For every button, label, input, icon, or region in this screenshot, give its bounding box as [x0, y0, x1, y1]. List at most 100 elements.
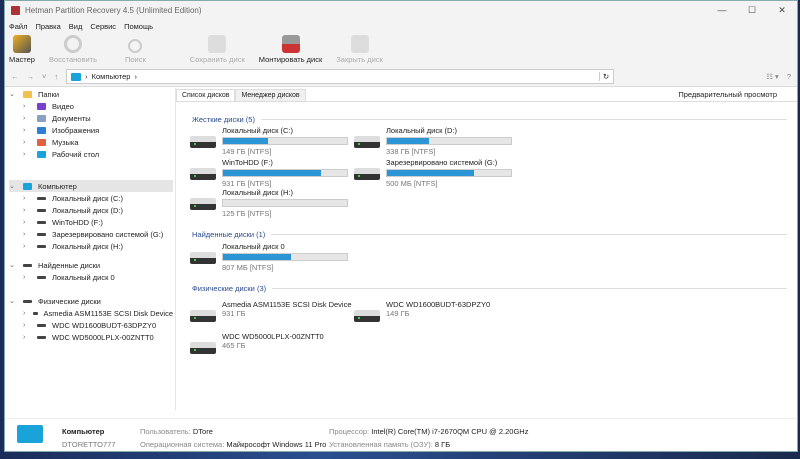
forward-icon[interactable]: →: [27, 72, 35, 81]
folder-icon: [37, 114, 46, 122]
menu-edit[interactable]: Правка: [35, 22, 60, 31]
menu-help[interactable]: Помощь: [124, 22, 153, 31]
up-icon[interactable]: ↑: [54, 72, 58, 81]
disk-mount-icon: [281, 35, 300, 53]
hard-drive-icon: [190, 252, 216, 264]
toolbar: Мастер Восстановить Поиск Сохранить диск…: [5, 33, 797, 67]
menu-service[interactable]: Сервис: [90, 22, 116, 31]
tree-item[interactable]: › Рабочий стол: [9, 148, 173, 160]
disk-save-icon: [208, 35, 227, 53]
folder-icon: [37, 150, 46, 158]
tree-item[interactable]: › Изображения: [9, 124, 173, 136]
tree-item[interactable]: › Локальный диск (H:): [9, 240, 173, 252]
hard-drive-icon: [354, 168, 380, 180]
hard-drive-icon: [190, 198, 216, 210]
search-button[interactable]: Поиск: [123, 39, 148, 67]
drive-icon: [37, 220, 46, 224]
wand-icon: [12, 35, 31, 53]
tree-item[interactable]: › Музыка: [9, 136, 173, 148]
usage-bar: [386, 137, 512, 145]
folder-icon: [37, 102, 46, 110]
tree-item[interactable]: › Локальный диск (C:): [9, 192, 173, 204]
disk-item[interactable]: Локальный диск (H:) 125 ГБ [NTFS]: [190, 188, 348, 218]
status-cpu: Intel(R) Core(TM) i7-2670QM CPU @ 2.20GH…: [371, 427, 529, 436]
chevron-down-icon[interactable]: ⌄: [9, 261, 17, 269]
tree-item[interactable]: › Документы: [9, 112, 173, 124]
history-dropdown-icon[interactable]: ˅: [42, 72, 46, 81]
drive-icon: [37, 323, 46, 327]
mount-disk-button[interactable]: Монтировать диск: [257, 35, 325, 67]
chevron-right-icon[interactable]: ›: [23, 139, 31, 146]
disk-item[interactable]: Локальный диск (C:) 149 ГБ [NTFS]: [190, 126, 348, 156]
tree-group-folders[interactable]: ⌄ Папки: [9, 88, 173, 100]
restore-button[interactable]: Восстановить: [47, 35, 99, 67]
chevron-down-icon[interactable]: ⌄: [9, 182, 17, 190]
maximize-button[interactable]: ☐: [737, 5, 767, 16]
menu-view[interactable]: Вид: [69, 22, 83, 31]
wizard-button[interactable]: Мастер: [7, 35, 37, 67]
tree-group-physical[interactable]: ⌄ Физические диски: [9, 295, 173, 307]
breadcrumb-computer[interactable]: Компьютер: [92, 72, 131, 81]
disk-item[interactable]: WDC WD5000LPLX-00ZNTT0 465 ГБ: [190, 332, 324, 354]
save-disk-button[interactable]: Сохранить диск: [188, 35, 247, 67]
chevron-right-icon[interactable]: ›: [23, 274, 31, 281]
tab-disk-list[interactable]: Список дисков: [176, 89, 236, 101]
chevron-down-icon[interactable]: ⌄: [9, 297, 17, 305]
tree-item[interactable]: › Видео: [9, 100, 173, 112]
menu-file[interactable]: Файл: [9, 22, 27, 31]
drive-icon: [37, 208, 46, 212]
tree-item[interactable]: › WDC WD5000LPLX-00ZNTT0: [9, 331, 173, 343]
chevron-right-icon[interactable]: ›: [23, 310, 27, 317]
tree-group-found[interactable]: ⌄ Найденные диски: [9, 259, 173, 271]
tab-disk-manager[interactable]: Менеджер дисков: [235, 89, 306, 101]
chevron-right-icon[interactable]: ›: [23, 195, 31, 202]
status-os: Майкрософт Windows 11 Pro: [226, 440, 327, 449]
chevron-right-icon[interactable]: ›: [23, 334, 31, 341]
usage-bar: [222, 199, 348, 207]
tree-item[interactable]: › WinToHDD (F:): [9, 216, 173, 228]
hard-drive-icon: [190, 136, 216, 148]
help-icon[interactable]: ?: [787, 72, 791, 81]
computer-icon: [23, 182, 32, 190]
folder-tree: ⌄ Папки › Видео › Документы › Изображения › Музык…: [5, 88, 173, 410]
tree-item[interactable]: › Локальный диск 0: [9, 271, 173, 283]
close-button[interactable]: ✕: [767, 5, 797, 16]
drive-icon: [37, 275, 46, 279]
minimize-button[interactable]: —: [707, 5, 737, 16]
usage-bar: [386, 169, 512, 177]
found-icon: [23, 263, 32, 267]
disk-item[interactable]: Зарезервировано системой (G:) 500 МБ [NTF…: [354, 158, 512, 188]
disk-item[interactable]: Локальный диск 0 807 МБ [NTFS]: [190, 242, 348, 272]
chevron-right-icon[interactable]: ›: [23, 231, 31, 238]
hard-drive-icon: [190, 168, 216, 180]
disk-item[interactable]: WDC WD1600BUDT-63DPZY0 149 ГБ: [354, 300, 490, 322]
back-icon[interactable]: ←: [11, 72, 19, 81]
chevron-right-icon[interactable]: ›: [23, 207, 31, 214]
disk-item[interactable]: WinToHDD (F:) 931 ГБ [NTFS]: [190, 158, 348, 188]
hard-drive-icon: [190, 310, 216, 322]
tree-item[interactable]: › Локальный диск (D:): [9, 204, 173, 216]
tree-item[interactable]: › Asmedia ASM1153E SCSI Disk Device: [9, 307, 173, 319]
tree-group-computer[interactable]: ⌄ Компьютер: [9, 180, 173, 192]
chevron-right-icon[interactable]: ›: [23, 127, 31, 134]
chevron-right-icon[interactable]: ›: [23, 151, 31, 158]
hard-drive-icon: [190, 342, 216, 354]
tree-item[interactable]: › WDC WD1600BUDT-63DPZY0: [9, 319, 173, 331]
chevron-right-icon[interactable]: ›: [23, 103, 31, 110]
disk-item[interactable]: Asmedia ASM1153E SCSI Disk Device 931 ГБ: [190, 300, 352, 322]
usage-bar: [222, 253, 348, 261]
close-disk-button[interactable]: Закрыть диск: [334, 35, 385, 67]
tab-preview[interactable]: Предварительный просмотр: [673, 88, 797, 101]
refresh-icon[interactable]: ↻: [598, 72, 609, 81]
folder-icon: [37, 126, 46, 134]
chevron-right-icon[interactable]: ›: [23, 219, 31, 226]
drive-icon: [37, 196, 46, 200]
view-mode-icon[interactable]: ☷ ▾: [766, 72, 779, 81]
chevron-right-icon[interactable]: ›: [23, 322, 31, 329]
address-bar[interactable]: › Компьютер › ↻: [66, 69, 615, 84]
disk-item[interactable]: Локальный диск (D:) 338 ГБ [NTFS]: [354, 126, 512, 156]
chevron-right-icon[interactable]: ›: [23, 115, 31, 122]
chevron-down-icon[interactable]: ⌄: [9, 90, 17, 98]
tree-item[interactable]: › Зарезервировано системой (G:): [9, 228, 173, 240]
chevron-right-icon[interactable]: ›: [23, 243, 31, 250]
